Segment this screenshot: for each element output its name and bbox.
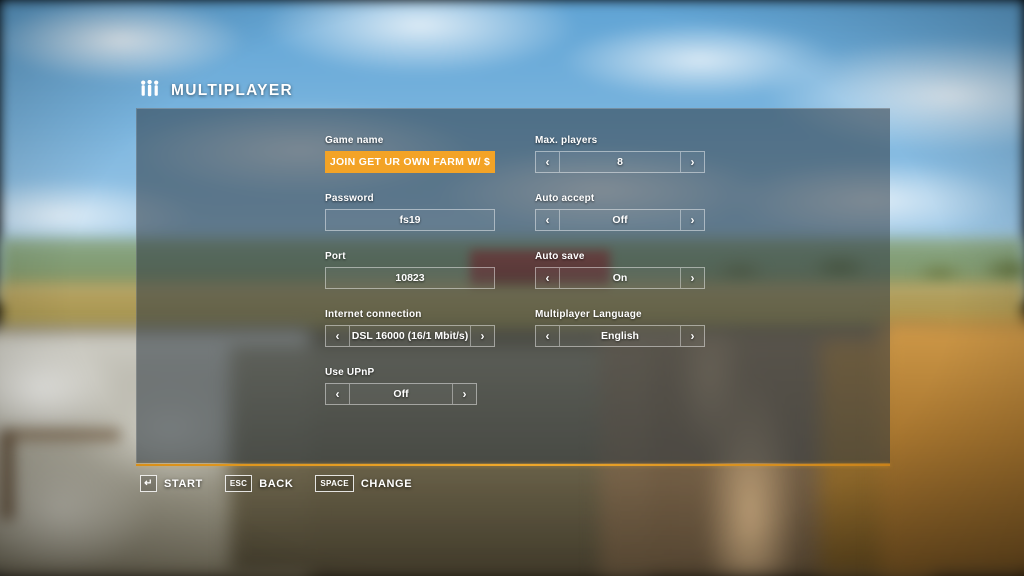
field-password: Password fs19: [325, 193, 495, 231]
port-input[interactable]: 10823: [325, 267, 495, 289]
hint-back[interactable]: ESC BACK: [224, 475, 294, 492]
settings-column-right: Max. players ‹ 8 › Auto accept ‹ Off › A…: [535, 135, 705, 367]
chevron-left-icon[interactable]: ‹: [326, 326, 350, 346]
field-label-auto-accept: Auto accept: [535, 193, 595, 204]
auto-accept-selector[interactable]: ‹ Off ›: [535, 209, 705, 231]
field-label-multiplayer-language: Multiplayer Language: [535, 309, 642, 320]
chevron-left-icon[interactable]: ‹: [536, 152, 560, 172]
multiplayer-language-value: English: [601, 330, 639, 342]
footer-key-hints: ↵ START ESC BACK SPACE CHANGE: [140, 475, 412, 492]
use-upnp-selector[interactable]: ‹ Off ›: [325, 383, 477, 405]
chevron-left-icon[interactable]: ‹: [536, 268, 560, 288]
game-name-input[interactable]: JOIN GET UR OWN FARM W/ $: [325, 151, 495, 173]
game-menu-screen: MULTIPLAYER Game name JOIN GET UR OWN FA…: [0, 0, 1024, 576]
panel-accent-divider: [136, 464, 890, 466]
chevron-right-icon[interactable]: ›: [452, 384, 476, 404]
use-upnp-value: Off: [393, 388, 409, 400]
field-auto-accept: Auto accept ‹ Off ›: [535, 193, 705, 231]
field-game-name: Game name JOIN GET UR OWN FARM W/ $: [325, 135, 495, 173]
esc-key-icon: ESC: [224, 475, 253, 492]
auto-accept-value: Off: [612, 214, 628, 226]
hint-label-change: CHANGE: [360, 477, 413, 490]
enter-key-icon: ↵: [140, 475, 157, 492]
chevron-right-icon[interactable]: ›: [470, 326, 494, 346]
internet-connection-selector[interactable]: ‹ DSL 16000 (16/1 Mbit/s) ›: [325, 325, 495, 347]
field-auto-save: Auto save ‹ On ›: [535, 251, 705, 289]
password-input[interactable]: fs19: [325, 209, 495, 231]
field-label-port: Port: [325, 251, 346, 262]
chevron-right-icon[interactable]: ›: [680, 268, 704, 288]
max-players-value: 8: [617, 156, 623, 168]
field-label-password: Password: [325, 193, 374, 204]
auto-save-value: On: [612, 272, 628, 284]
max-players-selector[interactable]: ‹ 8 ›: [535, 151, 705, 173]
field-label-use-upnp: Use UPnP: [325, 367, 375, 378]
chevron-left-icon[interactable]: ‹: [326, 384, 350, 404]
auto-save-selector[interactable]: ‹ On ›: [535, 267, 705, 289]
page-header: MULTIPLAYER: [140, 79, 293, 102]
hint-start[interactable]: ↵ START: [140, 475, 203, 492]
field-label-game-name: Game name: [325, 135, 384, 146]
hint-label-start: START: [164, 477, 203, 490]
page-title: MULTIPLAYER: [171, 82, 293, 99]
multiplayer-people-icon: [140, 79, 160, 102]
hint-label-back: BACK: [259, 477, 294, 490]
settings-column-left: Game name JOIN GET UR OWN FARM W/ $ Pass…: [325, 135, 495, 425]
chevron-right-icon[interactable]: ›: [680, 326, 704, 346]
hint-change[interactable]: SPACE CHANGE: [315, 475, 412, 492]
chevron-right-icon[interactable]: ›: [680, 152, 704, 172]
chevron-left-icon[interactable]: ‹: [536, 210, 560, 230]
chevron-right-icon[interactable]: ›: [680, 210, 704, 230]
field-label-max-players: Max. players: [535, 135, 598, 146]
space-key-icon: SPACE: [315, 475, 354, 492]
field-port: Port 10823: [325, 251, 495, 289]
multiplayer-language-selector[interactable]: ‹ English ›: [535, 325, 705, 347]
field-use-upnp: Use UPnP ‹ Off ›: [325, 367, 495, 405]
field-internet-connection: Internet connection ‹ DSL 16000 (16/1 Mb…: [325, 309, 495, 347]
field-label-internet-connection: Internet connection: [325, 309, 422, 320]
multiplayer-settings-panel: [136, 108, 890, 463]
field-multiplayer-language: Multiplayer Language ‹ English ›: [535, 309, 705, 347]
field-label-auto-save: Auto save: [535, 251, 585, 262]
chevron-left-icon[interactable]: ‹: [536, 326, 560, 346]
field-max-players: Max. players ‹ 8 ›: [535, 135, 705, 173]
internet-connection-value: DSL 16000 (16/1 Mbit/s): [351, 330, 469, 342]
